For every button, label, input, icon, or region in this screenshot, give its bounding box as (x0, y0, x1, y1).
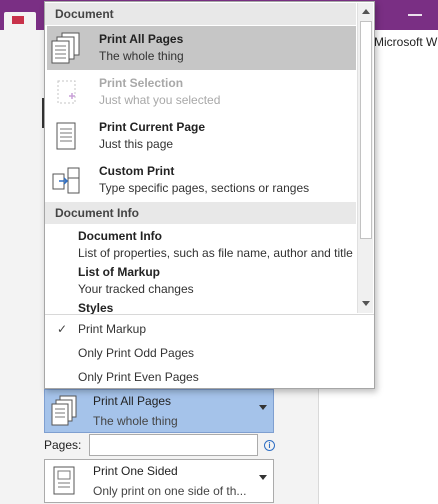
menu-item-document-info[interactable]: Document Info List of properties, such a… (45, 226, 356, 262)
menu-item-subtitle: Just this page (99, 137, 174, 151)
all-pages-icon (51, 32, 80, 64)
menu-item-subtitle: List of properties, such as file name, a… (78, 246, 353, 260)
document-tab[interactable] (4, 12, 36, 30)
option-print-markup[interactable]: ✓ Print Markup (45, 317, 374, 341)
print-range-dropdown[interactable]: Print All Pages The whole thing (44, 389, 274, 433)
menu-item-title: Custom Print (99, 164, 175, 178)
menu-item-print-all-pages[interactable]: Print All Pages The whole thing (47, 26, 356, 70)
current-page-icon (56, 122, 76, 150)
menu-divider (45, 314, 374, 315)
option-even-pages[interactable]: Only Print Even Pages (45, 365, 374, 389)
one-sided-icon (53, 466, 75, 495)
menu-item-title: Styles (78, 301, 114, 314)
all-pages-icon (51, 395, 77, 426)
app-logo-icon (12, 16, 24, 24)
menu-item-title: Document Info (78, 229, 162, 243)
menu-item-list-of-markup[interactable]: List of Markup Your tracked changes (45, 262, 356, 298)
print-range-title: Print All Pages (93, 394, 172, 408)
menu-scrollbar[interactable] (357, 3, 373, 313)
scrollbar-thumb[interactable] (360, 21, 372, 239)
scroll-up-arrow-icon[interactable] (358, 5, 374, 19)
menu-item-title: Print Selection (99, 76, 184, 90)
option-odd-pages[interactable]: Only Print Odd Pages (45, 341, 374, 365)
section-heading-document-info: Document Info (45, 202, 356, 224)
print-sides-subtitle: Only print on one side of th... (93, 484, 247, 498)
print-range-list[interactable]: Document Print All Pages The whole thing… (45, 2, 356, 314)
menu-item-title: List of Markup (78, 265, 161, 279)
pages-label: Pages: (44, 438, 82, 452)
option-label: Only Print Even Pages (78, 370, 199, 384)
section-heading-document: Document (45, 3, 356, 25)
menu-item-title: Print Current Page (99, 120, 206, 134)
print-sides-dropdown[interactable]: Print One Sided Only print on one side o… (44, 459, 274, 503)
menu-item-subtitle: The whole thing (99, 49, 184, 63)
print-range-menu: Document Print All Pages The whole thing… (44, 1, 375, 389)
pages-input[interactable] (89, 434, 258, 456)
info-icon[interactable]: i (264, 440, 275, 451)
print-range-subtitle: The whole thing (93, 414, 178, 428)
menu-item-styles[interactable]: Styles (45, 298, 356, 314)
menu-item-title: Print All Pages (99, 32, 184, 46)
checkmark-icon: ✓ (57, 322, 68, 336)
option-label: Print Markup (78, 322, 147, 336)
chevron-down-icon (259, 405, 267, 410)
print-sides-title: Print One Sided (93, 464, 178, 478)
custom-print-icon (52, 167, 80, 194)
menu-item-custom-print[interactable]: Custom Print Type specific pages, sectio… (47, 158, 356, 202)
option-label: Only Print Odd Pages (78, 346, 195, 360)
menu-item-print-selection: Print Selection Just what you selected (47, 70, 356, 114)
selection-icon (57, 80, 76, 104)
menu-item-subtitle: Type specific pages, sections or ranges (99, 181, 310, 195)
menu-item-subtitle: Just what you selected (99, 93, 221, 107)
preview-heading: Microsoft W (374, 35, 438, 49)
chevron-down-icon (259, 475, 267, 480)
menu-item-print-current-page[interactable]: Print Current Page Just this page (47, 114, 356, 158)
minimize-icon[interactable] (408, 14, 422, 16)
menu-item-subtitle: Your tracked changes (78, 282, 194, 296)
scroll-down-arrow-icon[interactable] (358, 297, 374, 311)
